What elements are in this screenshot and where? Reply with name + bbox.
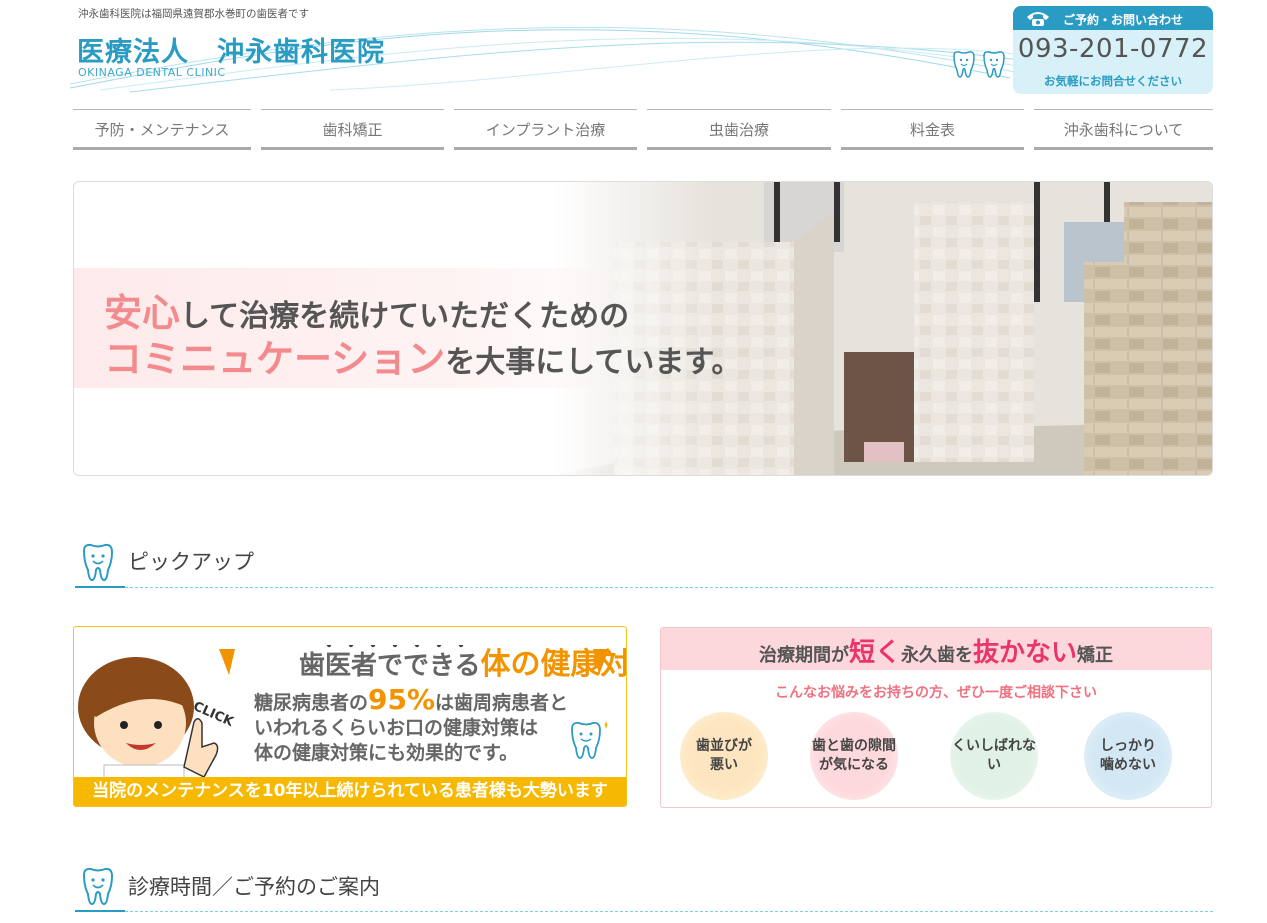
contact-box[interactable]: ご予約・お問い合わせ 093-201-0772 お気軽にお問合せください: [1013, 6, 1213, 94]
nav-item-cavity[interactable]: 虫歯治療: [647, 109, 831, 150]
bubble-line1: しっかり: [1100, 738, 1156, 754]
hero-line2-text: を大事にしています。: [445, 345, 742, 380]
nav-item-fees[interactable]: 料金表: [841, 109, 1024, 150]
bubble-line2: 悪い: [710, 757, 738, 773]
section-divider: [75, 911, 1213, 912]
banner-left-headline: 歯医者でできる体の健康対策！: [299, 639, 627, 683]
concern-bubble-chewing: しっかり 噛めない: [1084, 712, 1172, 800]
site-subtitle: OKINAGA DENTAL CLINIC: [78, 66, 226, 79]
nav-item-about[interactable]: 沖永歯科について: [1034, 109, 1213, 150]
bubble-line2: 噛めない: [1100, 757, 1156, 773]
tooth-mascot-icon: [953, 51, 1005, 78]
nav-item-prevention[interactable]: 予防・メンテナンス: [73, 109, 251, 150]
br-head-part1: 治療期間が: [758, 645, 849, 666]
banner-right-subtitle: こんなお悩みをお持ちの方、ぜひ一度ご相談下さい: [775, 685, 1097, 701]
tooth-section-icon: [82, 543, 114, 582]
bubble-line2: が気になる: [819, 757, 889, 773]
tooth-section-icon: [82, 867, 114, 906]
hero-highlight-communication: コミニュケーション: [104, 337, 446, 381]
tooth-sparkle-icon: [571, 721, 608, 759]
contact-note: お気軽にお問合せください: [1044, 74, 1182, 88]
concern-bubble-clench: くいしばれない: [950, 712, 1038, 800]
section-divider-accent: [75, 910, 125, 912]
contact-header: ご予約・お問い合わせ: [1013, 6, 1213, 30]
bubble-line1: くいしばれない: [952, 738, 1036, 773]
hero-heading-line2: コミニュケーションを大事にしています。: [104, 328, 741, 383]
banner-left-headline-highlight: 体の健康対策！: [480, 647, 627, 682]
banner-right-headline: 治療期間が短く永久歯を抜かない矯正: [661, 632, 1211, 669]
br-head-part3: 矯正: [1077, 645, 1114, 666]
bubble-line1: 歯と歯の隙間: [812, 738, 896, 754]
concern-bubble-gaps: 歯と歯の隙間 が気になる: [810, 712, 898, 800]
body-line2: いわれるくらいお口の健康対策は: [254, 717, 539, 739]
bubble-line1: 歯並びが: [696, 738, 752, 754]
site-tagline: 沖永歯科医院は福岡県遠賀郡水巻町の歯医者です: [78, 8, 309, 20]
br-head-highlight-short: 短く: [848, 638, 901, 668]
hero-banner: 安心して治療を続けていただくための コミニュケーションを大事にしています。: [73, 181, 1213, 476]
site-title[interactable]: 医療法人 沖永歯科医院: [77, 30, 385, 69]
health-measures-banner[interactable]: CLICK 歯医者でできる体の健康対策！ 糖尿病患者の95%は歯周病患者と いわ…: [73, 626, 627, 807]
nav-item-orthodontics[interactable]: 歯科矯正: [261, 109, 444, 150]
banner-left-headline-prefix: 歯医者でできる: [299, 651, 481, 681]
telephone-icon: [1027, 12, 1049, 26]
concern-bubble-crooked-teeth: 歯並びが 悪い: [680, 712, 768, 800]
br-head-part2: 永久歯を: [901, 645, 973, 666]
banner-left-footer: 当院のメンテナンスを10年以上続けられている患者様も大勢います: [74, 777, 626, 806]
section-title-pickup: ピックアップ: [128, 550, 254, 574]
body-line1a: 糖尿病患者の: [254, 692, 369, 714]
section-title-hours: 診療時間／ご予約のご案内: [128, 875, 380, 899]
nav-item-implant[interactable]: インプラント治療: [454, 109, 637, 150]
body-line3: 体の健康対策にも効果的です。: [254, 742, 519, 764]
body-percent: 95%: [368, 683, 436, 716]
section-divider: [75, 587, 1213, 588]
section-divider-accent: [75, 586, 125, 588]
contact-label: ご予約・お問い合わせ: [1063, 13, 1184, 27]
body-line1b: は歯周病患者と: [435, 692, 569, 714]
banner-left-body: 糖尿病患者の95%は歯周病患者と いわれるくらいお口の健康対策は 体の健康対策に…: [254, 686, 584, 766]
contact-phone-number[interactable]: 093-201-0772: [1013, 34, 1213, 64]
orthodontics-banner[interactable]: 治療期間が短く永久歯を抜かない矯正 こんなお悩みをお持ちの方、ぜひ一度ご相談下さ…: [660, 627, 1212, 808]
br-head-highlight-no-extraction: 抜かない: [973, 638, 1078, 668]
